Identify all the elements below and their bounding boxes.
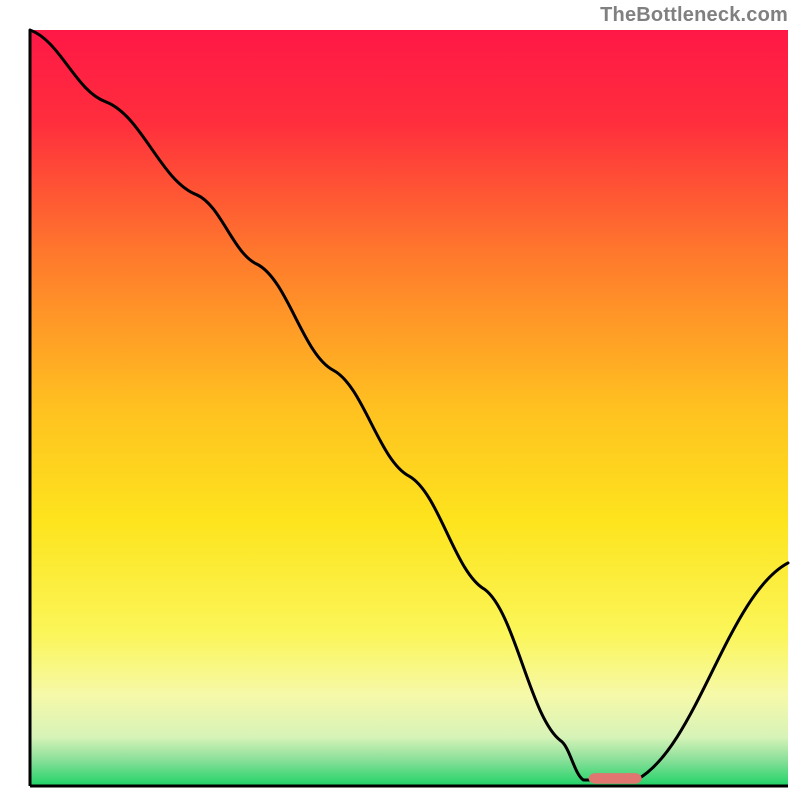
bottleneck-chart bbox=[0, 0, 800, 800]
optimal-range-marker bbox=[589, 773, 642, 784]
gradient-plot-area bbox=[30, 30, 788, 786]
watermark-text: TheBottleneck.com bbox=[600, 4, 788, 27]
